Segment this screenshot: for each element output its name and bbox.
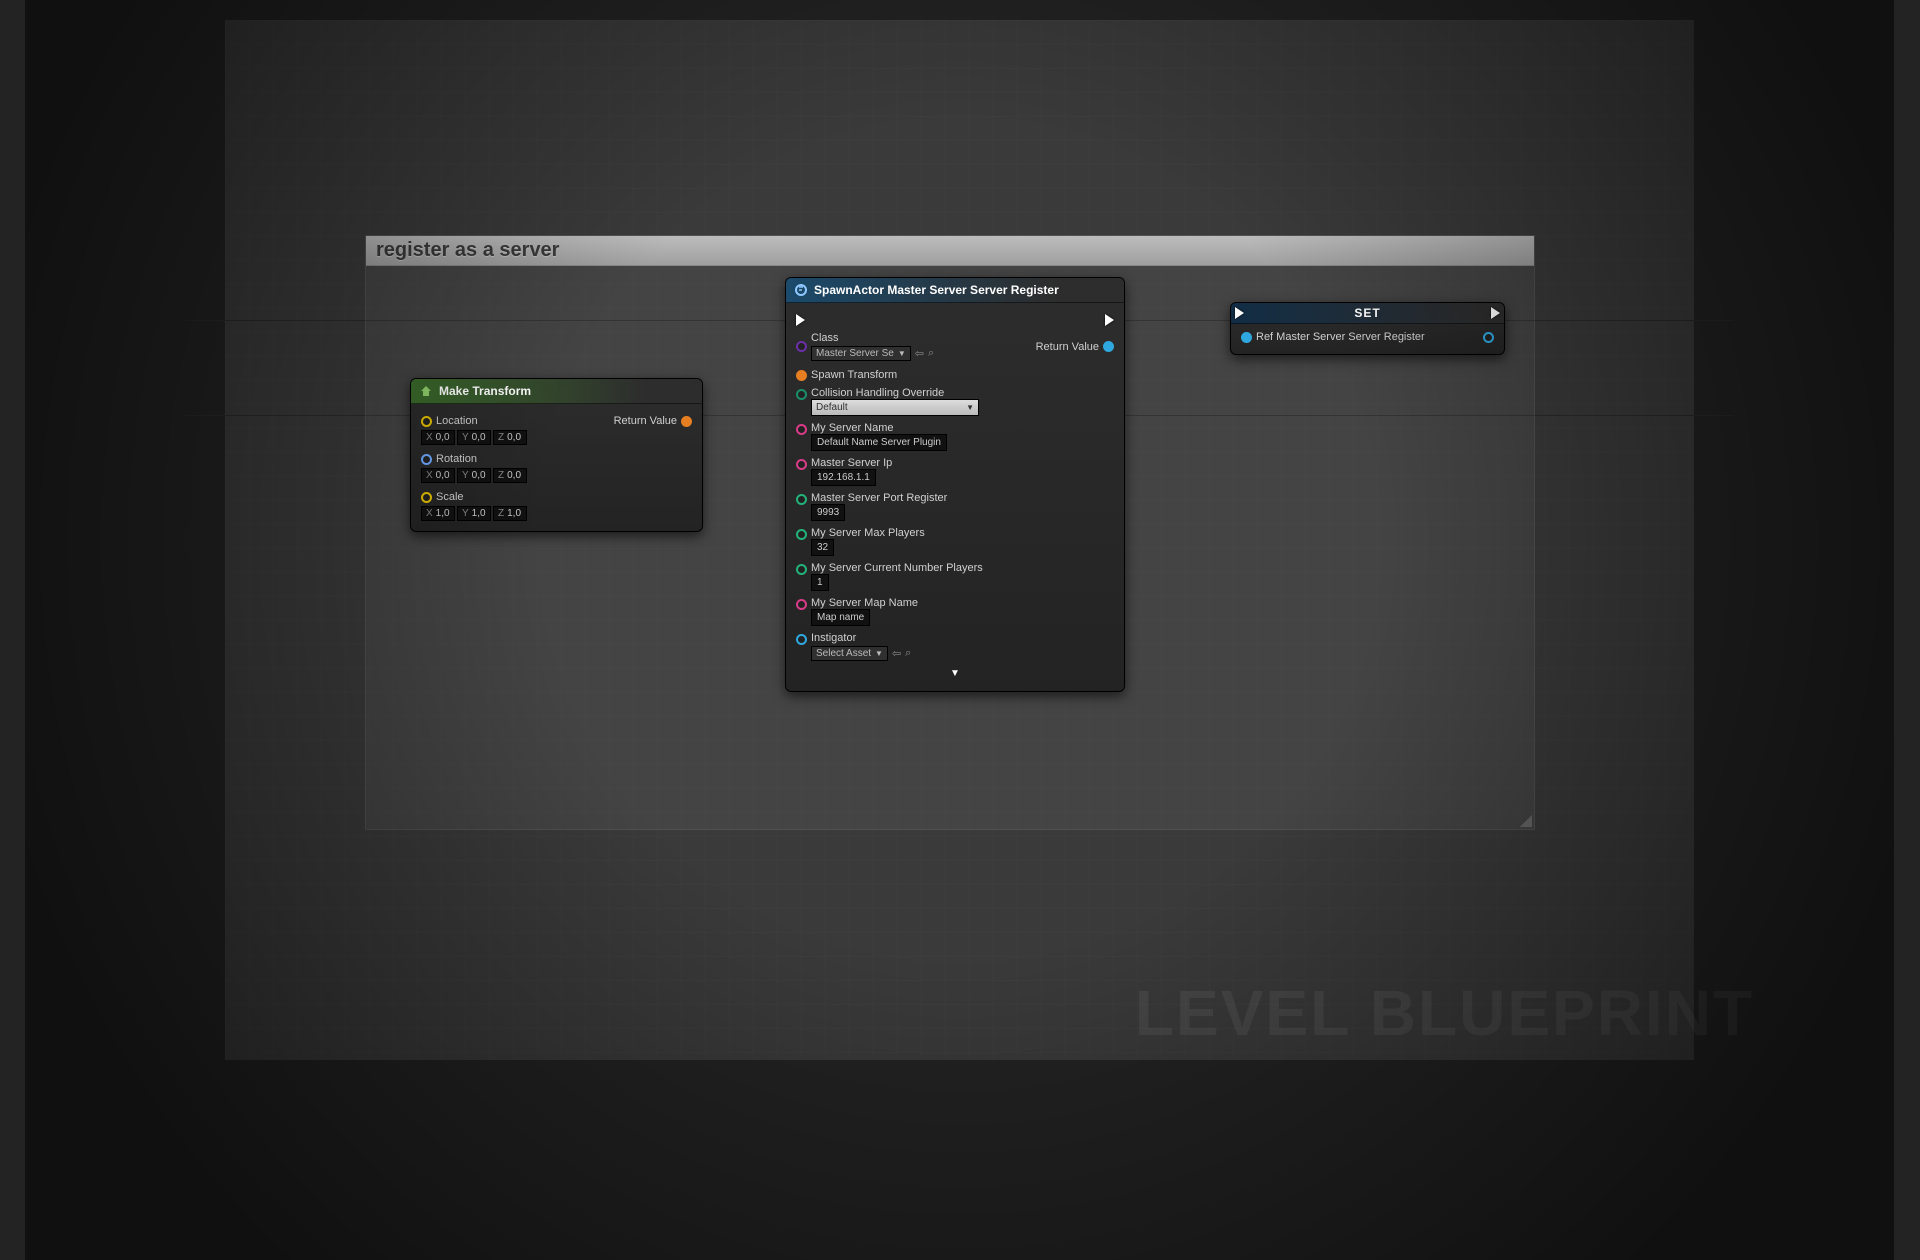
pin-label: Rotation (436, 453, 477, 465)
loc-x-field[interactable]: X0,0 (421, 430, 455, 445)
struct-icon (419, 384, 433, 398)
browse-icon[interactable]: ⌕ (928, 347, 934, 360)
pin-label: Scale (436, 491, 464, 503)
pin-rotation[interactable] (421, 454, 432, 465)
pin-location[interactable] (421, 416, 432, 427)
node-header[interactable]: Make Transform (411, 379, 702, 404)
pin-label: Master Server Ip (811, 457, 892, 469)
map-name-field[interactable]: Map name (811, 609, 870, 626)
instigator-dropdown[interactable]: Select Asset▼ (811, 646, 888, 661)
rot-y-field[interactable]: Y0,0 (457, 468, 491, 483)
master-ip-field[interactable]: 192.168.1.1 (811, 469, 876, 486)
pin-label: Return Value (614, 415, 677, 427)
loc-y-field[interactable]: Y0,0 (457, 430, 491, 445)
function-icon (794, 283, 808, 297)
pin-server-name[interactable] (796, 424, 807, 435)
pin-class[interactable] (796, 341, 807, 352)
node-header[interactable]: SpawnActor Master Server Server Register (786, 278, 1124, 303)
expand-node-icon[interactable]: ▼ (796, 664, 1114, 681)
pin-scale[interactable] (421, 492, 432, 503)
graph-watermark: LEVEL BLUEPRINT (1135, 976, 1754, 1050)
pin-instigator[interactable] (796, 634, 807, 645)
pin-label: My Server Map Name (811, 597, 918, 609)
pin-label: Spawn Transform (811, 369, 897, 381)
server-name-field[interactable]: Default Name Server Plugin (811, 434, 947, 451)
port-field[interactable]: 9993 (811, 504, 845, 521)
pin-port[interactable] (796, 494, 807, 505)
pin-label: My Server Max Players (811, 527, 925, 539)
loc-z-field[interactable]: Z0,0 (493, 430, 527, 445)
pin-label: Location (436, 415, 478, 427)
pin-current-players[interactable] (796, 564, 807, 575)
pin-master-ip[interactable] (796, 459, 807, 470)
scale-y-field[interactable]: Y1,0 (457, 506, 491, 521)
pin-return-value[interactable] (681, 416, 692, 427)
node-title: Make Transform (439, 384, 531, 398)
pin-max-players[interactable] (796, 529, 807, 540)
pin-label: Collision Handling Override (811, 387, 979, 399)
exec-in-pin[interactable] (796, 314, 805, 326)
pin-label: Return Value (1036, 341, 1099, 353)
node-set-variable[interactable]: SET Ref Master Server Server Register (1230, 302, 1505, 355)
node-title: SET (1250, 306, 1485, 320)
pin-label: Instigator (811, 632, 911, 644)
exec-out-pin[interactable] (1491, 307, 1500, 319)
browse-icon[interactable]: ⌕ (905, 647, 911, 660)
pin-return-value[interactable] (1103, 341, 1114, 352)
arrow-left-icon[interactable]: ⇦ (892, 647, 901, 660)
pin-label: Ref Master Server Server Register (1256, 331, 1425, 343)
exec-in-pin[interactable] (1235, 307, 1244, 319)
node-spawn-actor[interactable]: SpawnActor Master Server Server Register… (785, 277, 1125, 692)
pin-map-name[interactable] (796, 599, 807, 610)
pin-label: Master Server Port Register (811, 492, 947, 504)
pin-spawn-transform[interactable] (796, 370, 807, 381)
pin-label: Class (811, 332, 934, 344)
scale-x-field[interactable]: X1,0 (421, 506, 455, 521)
rot-z-field[interactable]: Z0,0 (493, 468, 527, 483)
exec-out-pin[interactable] (1105, 314, 1114, 326)
current-players-field[interactable]: 1 (811, 574, 829, 591)
pin-ref-output[interactable] (1483, 332, 1494, 343)
collision-dropdown[interactable]: Default▼ (811, 399, 979, 416)
scale-z-field[interactable]: Z1,0 (493, 506, 527, 521)
resize-handle[interactable] (1520, 815, 1532, 827)
comment-title[interactable]: register as a server (366, 236, 1534, 266)
node-title: SpawnActor Master Server Server Register (814, 283, 1059, 297)
pin-ref-input[interactable] (1241, 332, 1252, 343)
max-players-field[interactable]: 32 (811, 539, 834, 556)
node-header[interactable]: SET (1231, 303, 1504, 324)
pin-label: My Server Name (811, 422, 947, 434)
pin-collision-override[interactable] (796, 389, 807, 400)
node-make-transform[interactable]: Make Transform Location Return Value X0,… (410, 378, 703, 532)
class-dropdown[interactable]: Master Server Se▼ (811, 346, 911, 361)
arrow-left-icon[interactable]: ⇦ (915, 347, 924, 360)
rot-x-field[interactable]: X0,0 (421, 468, 455, 483)
pin-label: My Server Current Number Players (811, 562, 983, 574)
